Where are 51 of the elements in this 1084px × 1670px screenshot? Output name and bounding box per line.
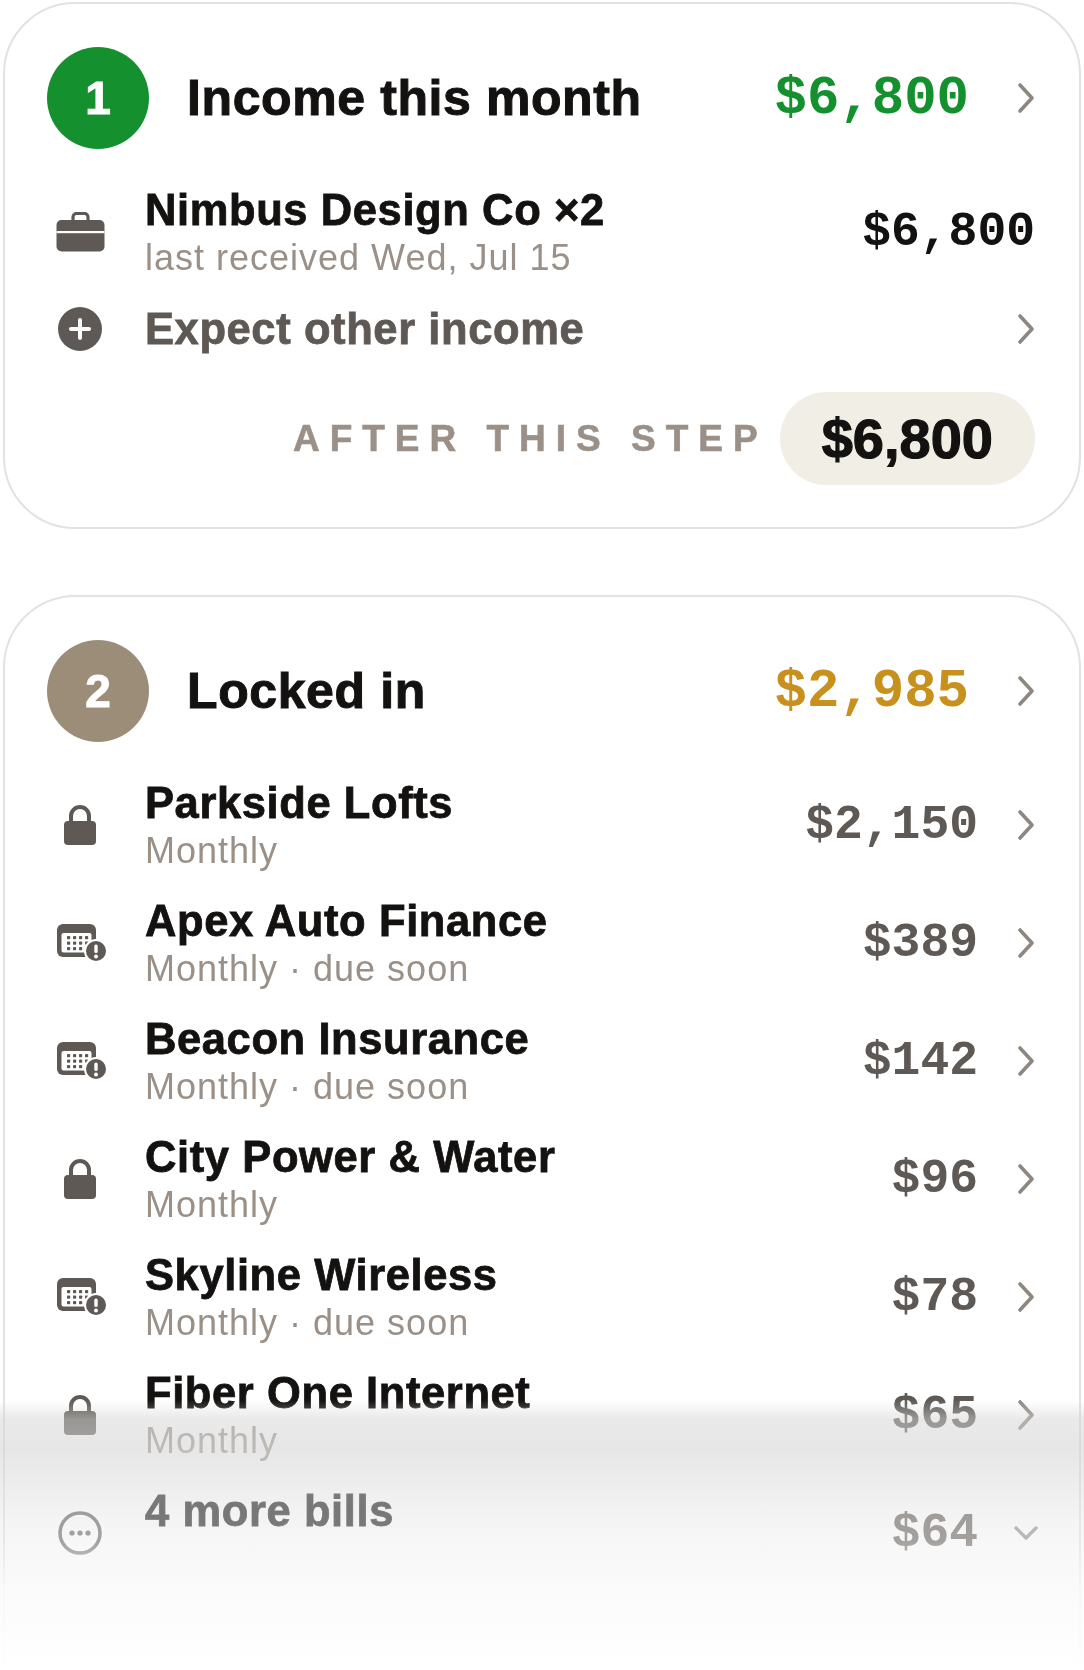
chevron-right-icon[interactable]	[1017, 1163, 1035, 1195]
item-amount: $64	[891, 1506, 978, 1560]
chevron-right-icon[interactable]	[1017, 809, 1035, 841]
item-amount: $96	[891, 1152, 978, 1206]
step-title: Locked in	[187, 662, 427, 720]
item-name: Expect other income	[145, 304, 586, 355]
step-number-badge: 2	[47, 640, 149, 742]
chevron-right-icon[interactable]	[1017, 1399, 1035, 1431]
item-detail: Monthly · due soon	[145, 1065, 471, 1109]
step-title: Income this month	[187, 69, 643, 127]
item-detail: Monthly · due soon	[145, 947, 471, 991]
step-total: $2,985	[774, 660, 969, 722]
item-detail: Monthly	[145, 1183, 280, 1227]
calendar-alert-icon	[56, 923, 108, 963]
item-name: City Power & Water	[145, 1132, 557, 1183]
chevron-right-icon[interactable]	[1017, 82, 1035, 114]
item-detail: Monthly	[145, 1419, 280, 1463]
step-number-badge: 1	[47, 47, 149, 149]
item-name: Parkside Lofts	[145, 778, 455, 829]
briefcase-icon	[55, 212, 105, 252]
item-detail: last received Wed, Jul 15	[145, 236, 573, 280]
item-name: 4 more bills	[145, 1486, 395, 1537]
item-amount: $2,150	[805, 798, 978, 852]
item-amount: $78	[891, 1270, 978, 1324]
item-amount: $6,800	[862, 205, 1035, 259]
item-name: Apex Auto Finance	[145, 896, 549, 947]
step-total: $6,800	[774, 67, 969, 129]
lock-icon	[64, 1159, 96, 1199]
item-name: Nimbus Design Co ×2	[145, 185, 606, 236]
item-detail: Monthly · due soon	[145, 1301, 471, 1345]
lock-icon	[64, 805, 96, 845]
item-name: Skyline Wireless	[145, 1250, 499, 1301]
item-amount: $389	[862, 916, 978, 970]
calendar-alert-icon	[56, 1277, 108, 1317]
summary-label: AFTER THIS STEP	[292, 417, 768, 460]
calendar-alert-icon	[56, 1041, 108, 1081]
item-detail: Monthly	[145, 829, 280, 873]
chevron-down-icon[interactable]	[1014, 1526, 1038, 1540]
item-name: Fiber One Internet	[145, 1368, 532, 1419]
chevron-right-icon[interactable]	[1017, 927, 1035, 959]
chevron-right-icon[interactable]	[1017, 1045, 1035, 1077]
plus-circle-icon	[58, 307, 102, 351]
ellipsis-circle-icon	[58, 1511, 102, 1555]
chevron-right-icon[interactable]	[1017, 1281, 1035, 1313]
lock-icon	[64, 1395, 96, 1435]
item-amount: $142	[862, 1034, 978, 1088]
chevron-right-icon[interactable]	[1017, 313, 1035, 345]
chevron-right-icon[interactable]	[1017, 675, 1035, 707]
item-name: Beacon Insurance	[145, 1014, 531, 1065]
summary-amount-pill: $6,800	[779, 392, 1035, 485]
item-amount: $65	[891, 1388, 978, 1442]
